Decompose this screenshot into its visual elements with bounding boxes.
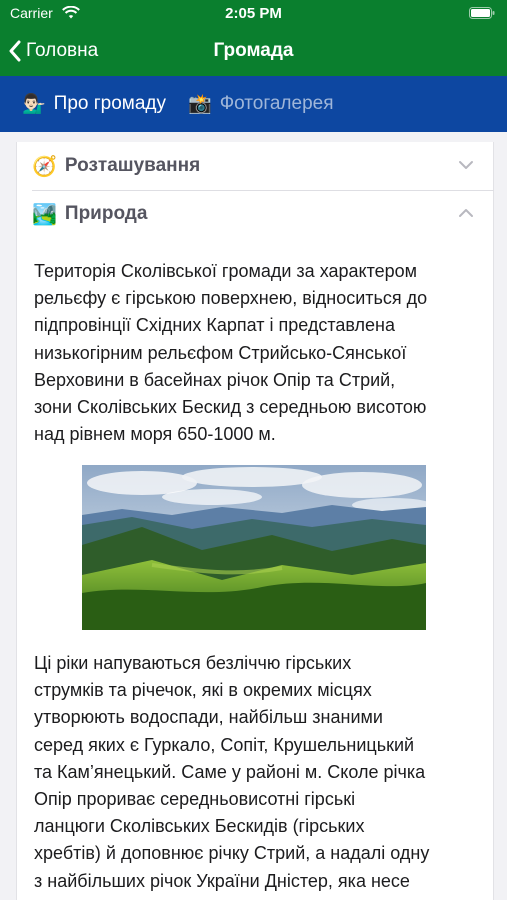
text-line: з найбільших річок України Дністер, яка … — [34, 870, 410, 891]
tab-bar: 💁🏻‍♂️ Про громаду 📸 Фотогалерея — [0, 76, 507, 132]
chevron-left-icon — [9, 40, 21, 62]
back-label: Головна — [26, 40, 99, 61]
mountain-landscape-image — [82, 465, 426, 630]
tab-gallery[interactable]: 📸 Фотогалерея — [188, 92, 333, 116]
text-line: рельєфу є гірською поверхнею, відноситьс… — [34, 288, 428, 309]
tab-gallery-label: Фотогалерея — [219, 93, 334, 114]
section-nature-header[interactable]: 🏞️ Природа — [16, 190, 494, 238]
camera-icon: 📸 — [188, 94, 212, 115]
text-line: Верховини в басейнах річок Опір та Стрий… — [34, 369, 396, 390]
landscape-icon: 🏞️ — [32, 203, 57, 226]
status-time: 2:05 PM — [225, 5, 282, 22]
header: Carrier 2:05 PM Головна Громада — [0, 0, 507, 76]
text-line: ланцюги Сколівських Бескидів (гірських — [34, 816, 365, 837]
status-bar: Carrier 2:05 PM — [0, 0, 507, 28]
text-line: Опір прориває середньовисотні гірські — [34, 789, 356, 810]
nature-paragraph-1: Територія Сколівської громади за характе… — [34, 258, 482, 448]
text-line: серед яких є Гуркало, Сопіт, Крушельниць… — [34, 734, 415, 755]
text-line: зони Сколівських Бескид з середньою висо… — [34, 397, 427, 418]
text-line: низькогірним рельєфом Стрийсько-Сянської — [34, 342, 407, 363]
chevron-up-icon — [459, 209, 473, 217]
battery-icon — [469, 7, 495, 19]
back-button[interactable]: Головна — [8, 36, 98, 66]
section-location-title: Розташування — [64, 155, 201, 176]
nature-paragraph-2: Ці ріки напуваються безліччю гірських ст… — [34, 650, 482, 895]
person-icon: 💁🏻‍♂️ — [22, 94, 46, 115]
section-location-header[interactable]: 🧭 Розташування — [16, 142, 494, 190]
section-nature-title: Природа — [64, 203, 148, 224]
text-line: над рівнем моря 650-1000 м. — [34, 424, 276, 445]
text-line: підпровінції Східних Карпат і представле… — [34, 315, 395, 336]
text-line: струмків та річечок, які в окремих місця… — [34, 680, 372, 701]
tab-about[interactable]: 💁🏻‍♂️ Про громаду — [22, 92, 166, 116]
compass-icon: 🧭 — [32, 155, 57, 178]
screen: Carrier 2:05 PM Головна Громада — [0, 0, 507, 900]
text-line: Ці ріки напуваються безліччю гірських — [34, 653, 352, 673]
text-line: Територія Сколівської громади за характе… — [34, 261, 418, 281]
tab-about-label: Про громаду — [53, 93, 167, 114]
nav-bar: Головна Громада — [0, 28, 507, 76]
text-line: та Кам’янецький. Саме у районі м. Сколе … — [34, 761, 426, 782]
chevron-down-icon — [459, 161, 473, 169]
text-line: утворюють водоспади, найбільш знаними — [34, 707, 383, 728]
text-line: хребтів) й доповнює річку Стрий, а надал… — [34, 843, 430, 864]
